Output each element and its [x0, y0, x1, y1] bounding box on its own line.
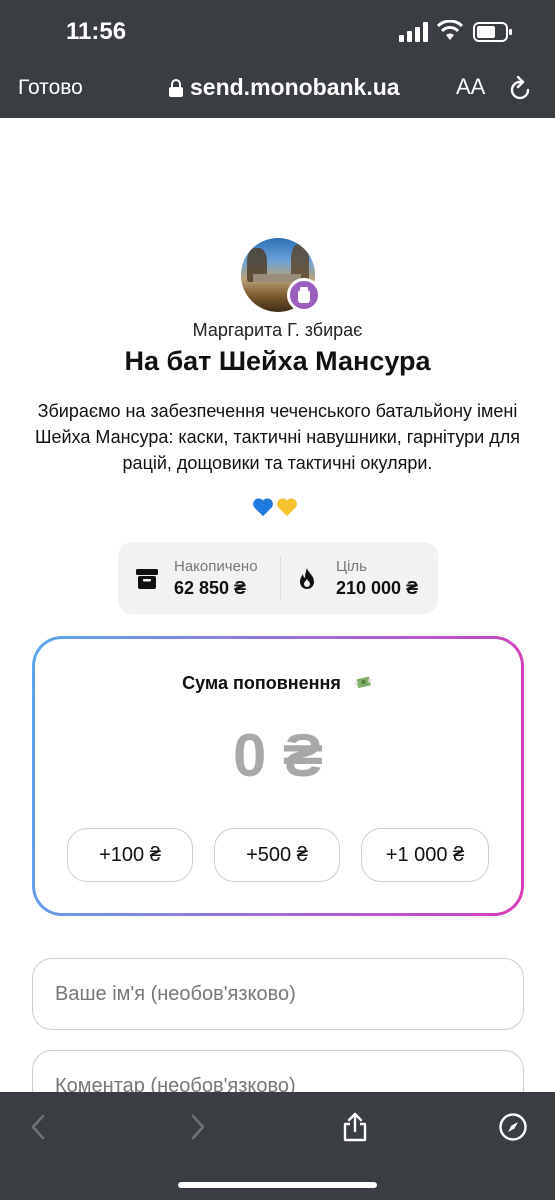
amount-label: Сума поповнення [35, 673, 521, 694]
url-bar[interactable]: send.monobank.ua [168, 74, 400, 101]
browser-bar: Готово send.monobank.ua AA [0, 62, 555, 118]
amount-value[interactable]: 0 ₴ [35, 721, 521, 790]
back-icon[interactable] [24, 1112, 54, 1142]
home-indicator [178, 1182, 377, 1188]
flame-icon [300, 568, 314, 589]
add-100-button[interactable]: +100 ₴ [67, 828, 193, 882]
jar-owner: Маргарита Г. збирає [192, 320, 363, 340]
share-icon[interactable] [340, 1112, 370, 1142]
text-size-button[interactable]: AA [456, 74, 485, 100]
battery-icon [473, 22, 512, 42]
done-button[interactable]: Готово [18, 76, 83, 100]
goal-label: Ціль [336, 558, 367, 575]
amount-card: Сума поповнення 0 ₴ +100 ₴ +500 ₴ +1 000… [32, 636, 524, 916]
hearts [252, 496, 298, 518]
blue-heart-icon [253, 498, 273, 517]
wifi-icon [437, 20, 463, 40]
name-input[interactable] [32, 958, 524, 1030]
jar-badge-icon [287, 278, 321, 312]
jar-description: Збираємо на забезпечення чеченського бат… [35, 401, 520, 473]
collected-label: Накопичено [174, 558, 258, 575]
compass-icon[interactable] [498, 1112, 528, 1142]
url-text: send.monobank.ua [190, 74, 400, 100]
add-1000-button[interactable]: +1 000 ₴ [361, 828, 489, 882]
jar-stats: Накопичено 62 850 ₴ Ціль 210 000 ₴ [118, 542, 438, 614]
lock-icon [169, 78, 183, 97]
money-wings-icon [352, 676, 373, 688]
archive-box-icon [136, 569, 158, 589]
jar-title: На бат Шейха Мансура [124, 346, 431, 376]
goal-value: 210 000 ₴ [336, 578, 419, 598]
yellow-heart-icon [277, 498, 297, 517]
status-bar: 11:56 [0, 0, 555, 62]
cellular-signal-icon [399, 22, 428, 42]
reload-icon[interactable] [508, 76, 532, 102]
collected-value: 62 850 ₴ [174, 578, 247, 598]
add-500-button[interactable]: +500 ₴ [214, 828, 340, 882]
stats-divider [280, 556, 281, 600]
status-time: 11:56 [66, 18, 127, 45]
forward-icon[interactable] [182, 1112, 212, 1142]
